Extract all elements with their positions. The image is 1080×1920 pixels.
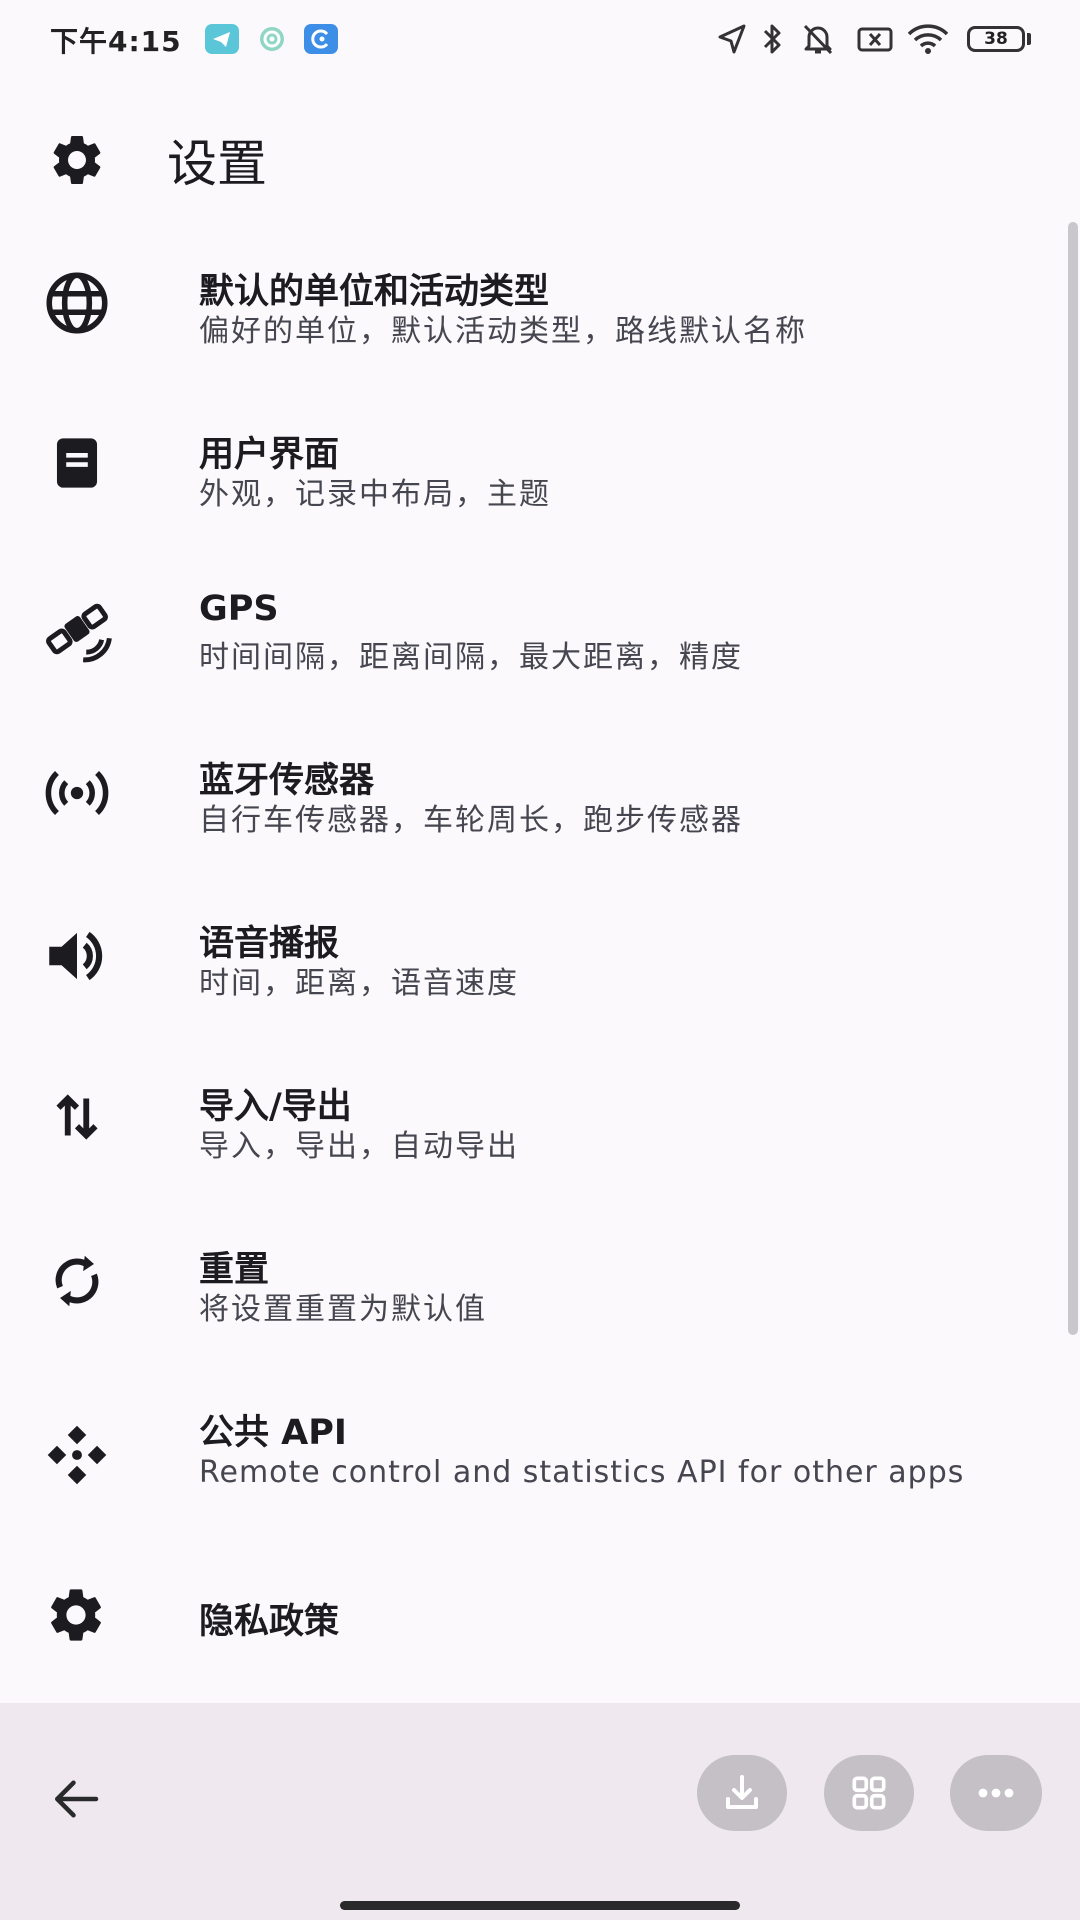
settings-item-subtitle: 导入，导出，自动导出 (199, 1129, 519, 1164)
volume-icon (49, 931, 103, 981)
settings-item-subtitle: 时间，距离，语音速度 (199, 966, 519, 1001)
settings-item-subtitle: 外观，记录中布局，主题 (199, 477, 551, 512)
gear-icon (51, 1589, 101, 1641)
settings-item-title: 默认的单位和活动类型 (199, 272, 550, 312)
location-icon (718, 24, 746, 54)
settings-item-subtitle: 时间间隔，距离间隔，最大距离，精度 (199, 640, 743, 675)
settings-item-subtitle: 自行车传感器，车轮周长，跑步传感器 (199, 803, 743, 838)
grid-icon (852, 1776, 886, 1810)
settings-item-bluetooth-sensors[interactable]: 蓝牙传感器 自行车传感器，车轮周长，跑步传感器 (0, 722, 1060, 882)
settings-item-gps[interactable]: GPS 时间间隔，距离间隔，最大距离，精度 (0, 559, 1060, 719)
more-icon (978, 1788, 1014, 1798)
page-title: 设置 (167, 135, 267, 193)
satellite-icon (46, 603, 112, 663)
grid-button[interactable] (824, 1755, 914, 1831)
settings-item-subtitle: Remote control and statistics API for ot… (199, 1455, 965, 1490)
bottom-bar (0, 1703, 1080, 1920)
settings-item-title: 公共 API (199, 1413, 347, 1453)
settings-item-units[interactable]: 默认的单位和活动类型 偏好的单位，默认活动类型，路线默认名称 (0, 233, 1060, 393)
document-icon (56, 438, 98, 488)
status-bar: 下午4:15 38 (0, 0, 1080, 80)
settings-item-reset[interactable]: 重置 将设置重置为默认值 (0, 1211, 1060, 1371)
settings-item-title: 重置 (199, 1250, 270, 1290)
settings-item-user-interface[interactable]: 用户界面 外观，记录中布局，主题 (0, 396, 1060, 556)
back-arrow-icon[interactable] (46, 1769, 106, 1829)
api-icon (47, 1425, 107, 1485)
settings-item-title: 用户界面 (199, 435, 340, 475)
settings-item-import-export[interactable]: 导入/导出 导入，导出，自动导出 (0, 1048, 1060, 1208)
settings-item-privacy-policy[interactable]: 隐私政策 (0, 1577, 1060, 1687)
wifi-icon (907, 24, 949, 54)
battery-tip (1027, 33, 1031, 45)
settings-item-title: GPS (199, 589, 279, 629)
settings-item-public-api[interactable]: 公共 API Remote control and statistics API… (0, 1374, 1060, 1574)
globe-icon (46, 272, 108, 334)
browser-notification-icon (304, 24, 338, 54)
battery-indicator: 38 (967, 26, 1025, 52)
import-export-icon (56, 1094, 98, 1140)
scrollbar[interactable] (1068, 222, 1078, 1335)
gear-icon (53, 136, 101, 184)
download-button[interactable] (697, 1755, 787, 1831)
settings-item-subtitle: 偏好的单位，默认活动类型，路线默认名称 (199, 314, 807, 349)
no-sim-icon (857, 27, 893, 52)
sensor-broadcast-icon (45, 770, 109, 816)
app-notification-icon (255, 24, 289, 54)
settings-item-title: 导入/导出 (199, 1087, 352, 1127)
settings-item-title: 语音播报 (199, 924, 340, 964)
more-button[interactable] (950, 1755, 1042, 1831)
reset-icon (55, 1255, 99, 1307)
settings-item-title: 蓝牙传感器 (199, 761, 375, 801)
notifications-off-icon (803, 24, 833, 55)
settings-item-subtitle: 将设置重置为默认值 (199, 1292, 487, 1327)
telegram-notification-icon (205, 24, 239, 54)
home-indicator[interactable] (340, 1901, 740, 1910)
settings-item-title: 隐私政策 (199, 1602, 340, 1642)
status-time: 下午4:15 (50, 25, 182, 58)
app-bar: 设置 (0, 80, 1080, 225)
settings-item-voice-announcements[interactable]: 语音播报 时间，距离，语音速度 (0, 885, 1060, 1045)
download-icon (726, 1775, 758, 1809)
bluetooth-icon (763, 24, 781, 54)
